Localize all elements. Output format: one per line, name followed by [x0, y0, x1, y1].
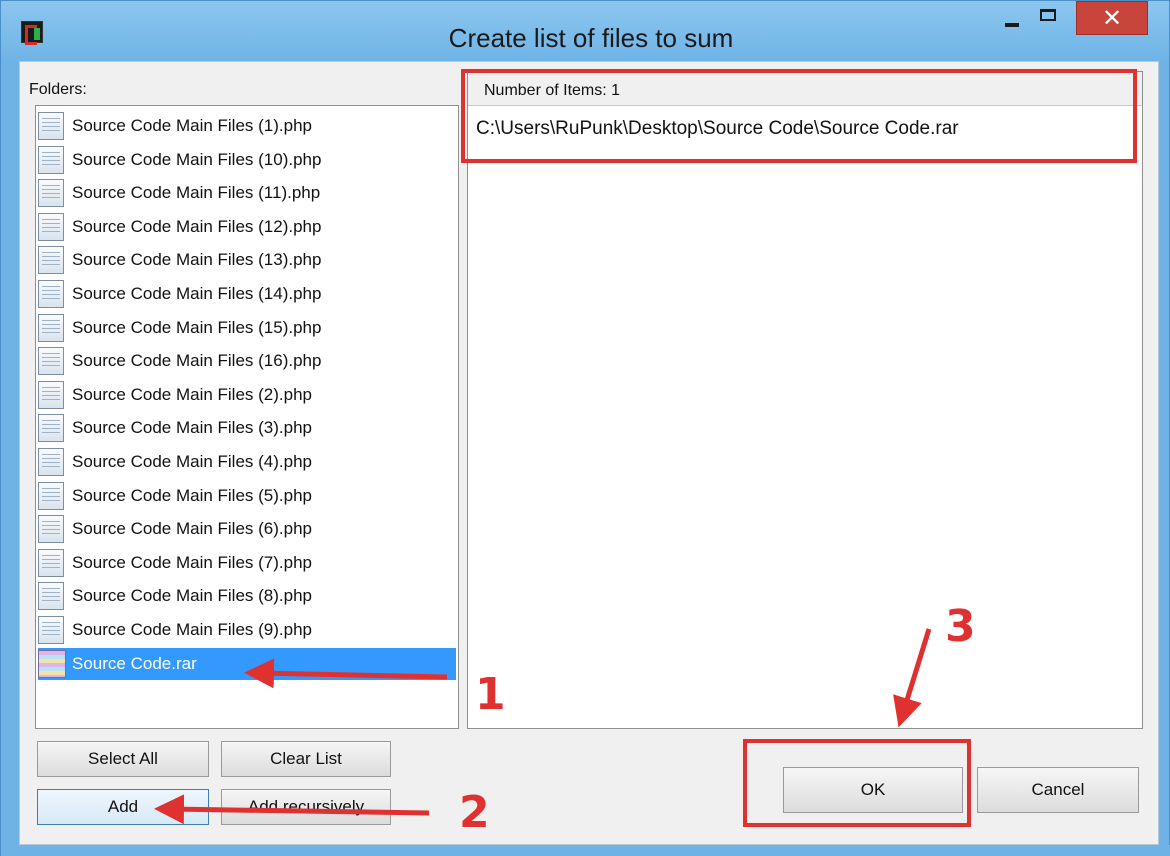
folder-list-item-label: Source Code Main Files (8).php [72, 586, 313, 606]
folder-list-item-label: Source Code Main Files (11).php [72, 183, 321, 203]
minimize-button[interactable] [993, 1, 1031, 35]
php-file-icon [38, 246, 64, 275]
php-file-icon [38, 548, 64, 577]
add-recursively-button[interactable]: Add recursively [221, 789, 391, 825]
folder-list-item-label: Source Code Main Files (10).php [72, 149, 322, 169]
folder-list-item-label: Source Code Main Files (5).php [72, 485, 313, 505]
minimize-icon [1005, 23, 1019, 27]
php-file-icon [38, 212, 64, 241]
php-file-icon [38, 380, 64, 409]
add-button[interactable]: Add [37, 789, 209, 825]
folder-list-item-label: Source Code Main Files (12).php [72, 216, 322, 236]
folder-list-item[interactable]: Source Code Main Files (14).php [38, 278, 456, 310]
folder-list-item-label: Source Code Main Files (15).php [72, 317, 322, 337]
close-button[interactable]: ✕ [1076, 1, 1148, 35]
folder-list-item-label: Source Code Main Files (1).php [72, 116, 313, 135]
folder-list-item-label: Source Code Main Files (6).php [72, 519, 313, 539]
folder-list-item[interactable]: Source Code Main Files (6).php [38, 513, 456, 545]
php-file-icon [38, 448, 64, 476]
folder-list-item[interactable]: Source Code Main Files (7).php [38, 547, 456, 579]
rar-archive-icon [38, 649, 66, 678]
annotation-box-ok [743, 739, 971, 827]
annotation-step-2: 2 [459, 787, 490, 838]
folder-list-item[interactable]: Source Code Main Files (10).php [38, 144, 456, 176]
php-file-icon [38, 616, 64, 644]
folder-list-item[interactable]: Source Code Main Files (16).php [38, 345, 456, 377]
folder-list-item[interactable]: Source Code Main Files (2).php [38, 379, 456, 411]
php-file-icon [38, 280, 64, 308]
folder-list-item[interactable]: Source Code Main Files (1).php [38, 110, 456, 142]
folder-list-item-label: Source Code Main Files (14).php [72, 284, 322, 303]
folder-list-item[interactable]: Source Code.rar [38, 647, 456, 680]
folder-list-item-label: Source Code Main Files (3).php [72, 418, 313, 438]
folder-list-item-label: Source Code Main Files (9).php [72, 620, 313, 639]
php-file-icon [38, 347, 64, 376]
folder-list-item[interactable]: Source Code Main Files (15).php [38, 312, 456, 344]
folder-list-item-label: Source Code Main Files (13).php [72, 250, 322, 270]
php-file-icon [38, 145, 64, 174]
folder-list-item[interactable]: Source Code Main Files (11).php [38, 177, 456, 209]
folder-list-item[interactable]: Source Code Main Files (5).php [38, 480, 456, 512]
annotation-box-result [461, 69, 1137, 163]
annotation-step-1: 1 [475, 669, 506, 720]
close-icon: ✕ [1101, 4, 1123, 32]
select-all-button[interactable]: Select All [37, 741, 209, 777]
folder-list-item-label: Source Code Main Files (2).php [72, 384, 313, 404]
clear-list-button[interactable]: Clear List [221, 741, 391, 777]
php-file-icon [38, 112, 64, 140]
cancel-button[interactable]: Cancel [977, 767, 1139, 813]
folder-list-item[interactable]: Source Code Main Files (9).php [38, 614, 456, 646]
folder-list-item[interactable]: Source Code Main Files (3).php [38, 412, 456, 444]
annotation-step-3: 3 [945, 601, 976, 652]
folder-list-item-label: Source Code.rar [72, 653, 197, 673]
maximize-icon [1040, 9, 1056, 21]
maximize-button[interactable] [1031, 1, 1065, 35]
php-file-icon [38, 582, 64, 611]
folder-list-item[interactable]: Source Code Main Files (12).php [38, 211, 456, 243]
title-bar[interactable]: Create list of files to sum ✕ [1, 1, 1169, 61]
php-file-icon [38, 179, 64, 208]
php-file-icon [38, 515, 64, 544]
folder-list-item[interactable]: Source Code Main Files (4).php [38, 446, 456, 478]
folders-list[interactable]: Source Code Main Files (1).php Source Cod… [35, 105, 459, 729]
folders-label: Folders: [29, 81, 87, 98]
window-bottom-frame [1, 845, 1170, 856]
selected-files-list[interactable]: Number of Items: 1 C:\Users\RuPunk\Deskt… [467, 71, 1143, 729]
folder-list-item[interactable]: Source Code Main Files (13).php [38, 244, 456, 276]
folder-list-item-label: Source Code Main Files (7).php [72, 552, 313, 572]
folder-list-item-label: Source Code Main Files (4).php [72, 452, 313, 471]
folder-list-item[interactable]: Source Code Main Files (8).php [38, 580, 456, 612]
php-file-icon [38, 481, 64, 510]
php-file-icon [38, 414, 64, 443]
folder-list-item-label: Source Code Main Files (16).php [72, 351, 322, 371]
php-file-icon [38, 313, 64, 342]
dialog-window: Create list of files to sum ✕ Folders: S… [0, 0, 1170, 856]
